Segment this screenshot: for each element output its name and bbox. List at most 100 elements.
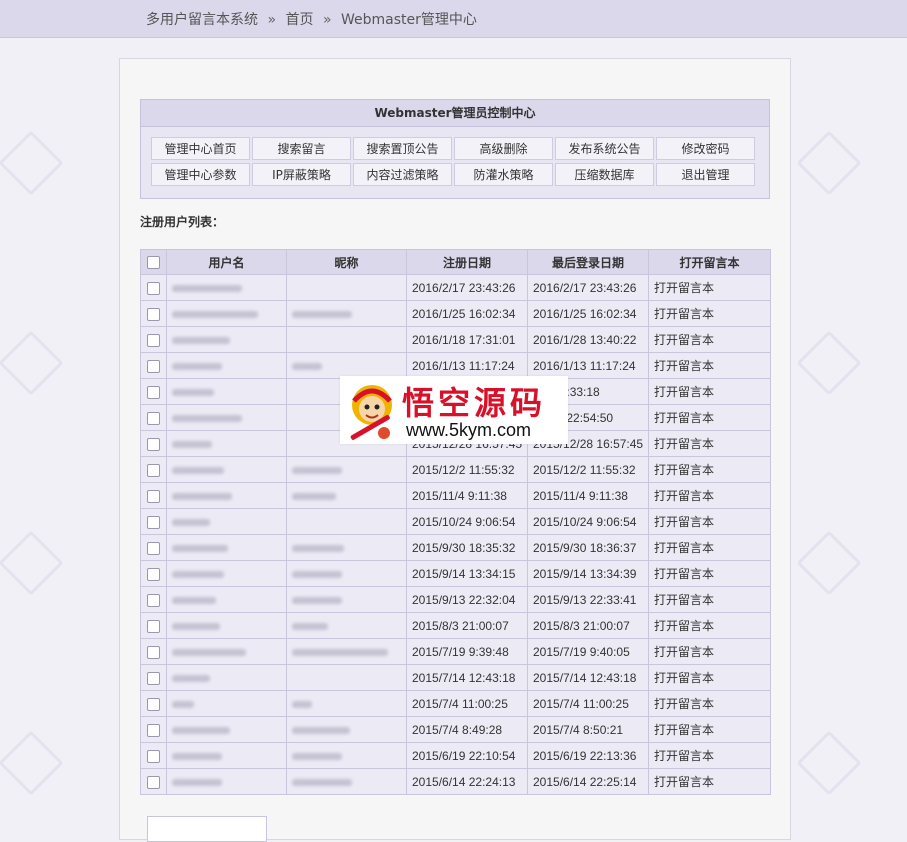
row-select-cell xyxy=(140,664,167,691)
row-checkbox[interactable] xyxy=(147,333,160,347)
open-guestbook-cell: 打开留言本 xyxy=(648,638,771,665)
admin-home-button[interactable]: 管理中心首页 xyxy=(151,137,250,160)
breadcrumb-current: Webmaster管理中心 xyxy=(340,12,477,28)
redacted-username xyxy=(172,570,224,578)
select-all-cell xyxy=(140,249,167,275)
admin-settings-button[interactable]: 管理中心参数 xyxy=(151,163,250,186)
redacted-username xyxy=(172,674,210,682)
row-checkbox[interactable] xyxy=(147,281,160,295)
username-cell xyxy=(166,560,287,587)
open-guestbook-link[interactable]: 打开留言本 xyxy=(654,307,714,321)
row-checkbox[interactable] xyxy=(147,723,160,737)
open-guestbook-cell: 打开留言本 xyxy=(648,560,771,587)
row-checkbox[interactable] xyxy=(147,593,160,607)
breadcrumb-home-link[interactable]: 首页 xyxy=(285,12,313,28)
row-checkbox[interactable] xyxy=(147,463,160,477)
username-cell xyxy=(166,664,287,691)
open-guestbook-link[interactable]: 打开留言本 xyxy=(654,281,714,295)
content-filter-policy-button[interactable]: 内容过滤策略 xyxy=(353,163,452,186)
open-guestbook-link[interactable]: 打开留言本 xyxy=(654,723,714,737)
breadcrumb-site-link[interactable]: 多用户留言本系统 xyxy=(146,12,258,28)
open-guestbook-link[interactable]: 打开留言本 xyxy=(654,775,714,789)
row-checkbox[interactable] xyxy=(147,775,160,789)
ip-block-policy-button[interactable]: IP屏蔽策略 xyxy=(252,163,351,186)
open-guestbook-cell: 打开留言本 xyxy=(648,768,771,795)
redacted-nickname xyxy=(292,570,342,578)
monkey-logo-icon xyxy=(350,385,392,440)
row-checkbox[interactable] xyxy=(147,567,160,581)
open-guestbook-link[interactable]: 打开留言本 xyxy=(654,463,714,477)
table-row: 2016/1/25 16:02:34 2016/1/25 16:02:34 打开留言… xyxy=(140,300,771,327)
row-checkbox[interactable] xyxy=(147,749,160,763)
row-checkbox[interactable] xyxy=(147,645,160,659)
search-pinned-notices-button[interactable]: 搜索置顶公告 xyxy=(353,137,452,160)
open-guestbook-cell: 打开留言本 xyxy=(648,534,771,561)
open-guestbook-cell: 打开留言本 xyxy=(648,404,771,431)
open-guestbook-link[interactable]: 打开留言本 xyxy=(654,619,714,633)
column-header-username[interactable]: 用户名 xyxy=(166,249,287,275)
table-row: 2016/1/13 11:17:24 2016/1/13 11:17:24 打开留言… xyxy=(140,352,771,379)
open-guestbook-link[interactable]: 打开留言本 xyxy=(654,645,714,659)
row-checkbox[interactable] xyxy=(147,541,160,555)
last-login-date-cell: 2015/6/19 22:13:36 xyxy=(527,742,649,769)
column-header-registered[interactable]: 注册日期 xyxy=(406,249,528,275)
nickname-cell xyxy=(286,300,407,327)
redacted-nickname xyxy=(292,310,352,318)
row-checkbox[interactable] xyxy=(147,307,160,321)
search-messages-button[interactable]: 搜索留言 xyxy=(252,137,351,160)
open-guestbook-link[interactable]: 打开留言本 xyxy=(654,541,714,555)
open-guestbook-link[interactable]: 打开留言本 xyxy=(654,385,714,399)
open-guestbook-link[interactable]: 打开留言本 xyxy=(654,411,714,425)
nickname-cell xyxy=(286,716,407,743)
anti-spam-policy-button[interactable]: 防灌水策略 xyxy=(454,163,553,186)
select-all-checkbox[interactable] xyxy=(147,256,160,270)
nickname-cell xyxy=(286,612,407,639)
control-panel-title: Webmaster管理员控制中心 xyxy=(141,100,769,127)
watermark-url: www.5kym.com xyxy=(406,420,532,440)
bottom-action-button[interactable] xyxy=(147,816,267,842)
username-cell xyxy=(166,404,287,431)
row-checkbox[interactable] xyxy=(147,385,160,399)
open-guestbook-link[interactable]: 打开留言本 xyxy=(654,359,714,373)
row-select-cell xyxy=(140,300,167,327)
last-login-date-cell: 2015/8/3 21:00:07 xyxy=(527,612,649,639)
nickname-cell xyxy=(286,586,407,613)
redacted-nickname xyxy=(292,778,352,786)
background-diamond xyxy=(796,730,862,796)
row-checkbox[interactable] xyxy=(147,697,160,711)
open-guestbook-link[interactable]: 打开留言本 xyxy=(654,515,714,529)
row-checkbox[interactable] xyxy=(147,671,160,685)
advanced-delete-button[interactable]: 高级删除 xyxy=(454,137,553,160)
row-checkbox[interactable] xyxy=(147,359,160,373)
column-header-nickname[interactable]: 昵称 xyxy=(286,249,407,275)
open-guestbook-link[interactable]: 打开留言本 xyxy=(654,749,714,763)
open-guestbook-link[interactable]: 打开留言本 xyxy=(654,489,714,503)
open-guestbook-link[interactable]: 打开留言本 xyxy=(654,567,714,581)
row-checkbox[interactable] xyxy=(147,515,160,529)
table-row: 2015/6/19 22:10:54 2015/6/19 22:13:36 打开留言… xyxy=(140,742,771,769)
open-guestbook-link[interactable]: 打开留言本 xyxy=(654,593,714,607)
change-password-button[interactable]: 修改密码 xyxy=(656,137,755,160)
redacted-username xyxy=(172,440,212,448)
row-checkbox[interactable] xyxy=(147,619,160,633)
open-guestbook-link[interactable]: 打开留言本 xyxy=(654,333,714,347)
row-checkbox[interactable] xyxy=(147,411,160,425)
open-guestbook-link[interactable]: 打开留言本 xyxy=(654,437,714,451)
row-select-cell xyxy=(140,274,167,301)
column-header-open-guestbook: 打开留言本 xyxy=(648,249,771,275)
open-guestbook-link[interactable]: 打开留言本 xyxy=(654,697,714,711)
username-cell xyxy=(166,300,287,327)
admin-control-panel: Webmaster管理员控制中心 管理中心首页 搜索留言 搜索置顶公告 高级删除… xyxy=(140,99,770,199)
logout-button[interactable]: 退出管理 xyxy=(656,163,755,186)
redacted-username xyxy=(172,362,222,370)
publish-notice-button[interactable]: 发布系统公告 xyxy=(555,137,654,160)
row-checkbox[interactable] xyxy=(147,489,160,503)
row-checkbox[interactable] xyxy=(147,437,160,451)
redacted-username xyxy=(172,414,242,422)
compress-database-button[interactable]: 压缩数据库 xyxy=(555,163,654,186)
table-row: 2015/7/19 9:39:48 2015/7/19 9:40:05 打开留言本 xyxy=(140,638,771,665)
column-header-last-login[interactable]: 最后登录日期 xyxy=(527,249,649,275)
last-login-date-cell: 2015/7/4 8:50:21 xyxy=(527,716,649,743)
last-login-date-cell: 2015/11/4 9:11:38 xyxy=(527,482,649,509)
open-guestbook-link[interactable]: 打开留言本 xyxy=(654,671,714,685)
